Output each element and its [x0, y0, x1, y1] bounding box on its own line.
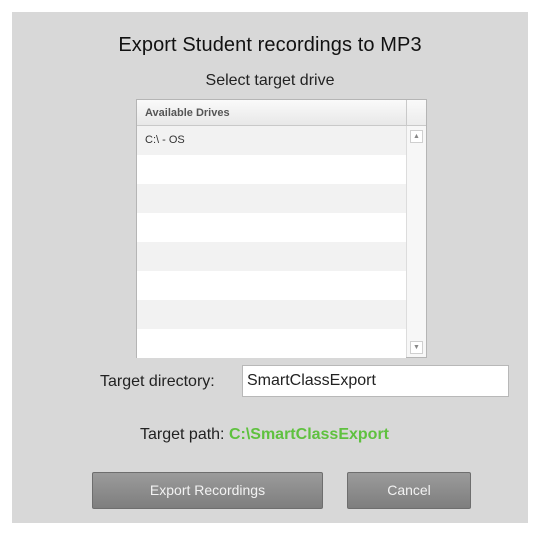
drive-row[interactable]: C:\ - OS — [137, 126, 406, 155]
drives-list-header: Available Drives — [137, 100, 406, 126]
target-path-label: Target path: — [140, 426, 225, 443]
drive-row-empty — [137, 213, 406, 242]
dialog-subtitle: Select target drive — [205, 72, 335, 89]
drive-row-empty — [137, 242, 406, 271]
target-directory-label: Target directory: — [100, 373, 215, 390]
drive-row-empty — [137, 271, 406, 300]
scroll-up-arrow-icon[interactable]: ▲ — [410, 130, 423, 143]
target-directory-input[interactable] — [242, 365, 509, 397]
drive-row-empty — [137, 300, 406, 329]
target-path-value: C:\SmartClassExport — [228, 426, 389, 443]
drive-row-empty — [137, 155, 406, 184]
drives-list[interactable]: Available Drives C:\ - OS ▲ ▼ — [136, 99, 427, 358]
drives-list-rows: C:\ - OS — [137, 126, 406, 358]
drives-list-header-corner — [406, 100, 426, 126]
export-recordings-button[interactable]: Export Recordings — [92, 472, 323, 509]
scroll-down-arrow-icon[interactable]: ▼ — [410, 341, 423, 354]
drives-scrollbar[interactable]: ▲ ▼ — [406, 126, 426, 357]
drive-row-empty — [137, 184, 406, 213]
target-path: Target path: C:\SmartClassExport — [140, 426, 389, 444]
dialog-title: Export Student recordings to MP3 — [118, 34, 422, 56]
drive-row-empty — [137, 329, 406, 358]
cancel-button[interactable]: Cancel — [347, 472, 471, 509]
export-dialog: Export Student recordings to MP3 Select … — [12, 12, 528, 523]
